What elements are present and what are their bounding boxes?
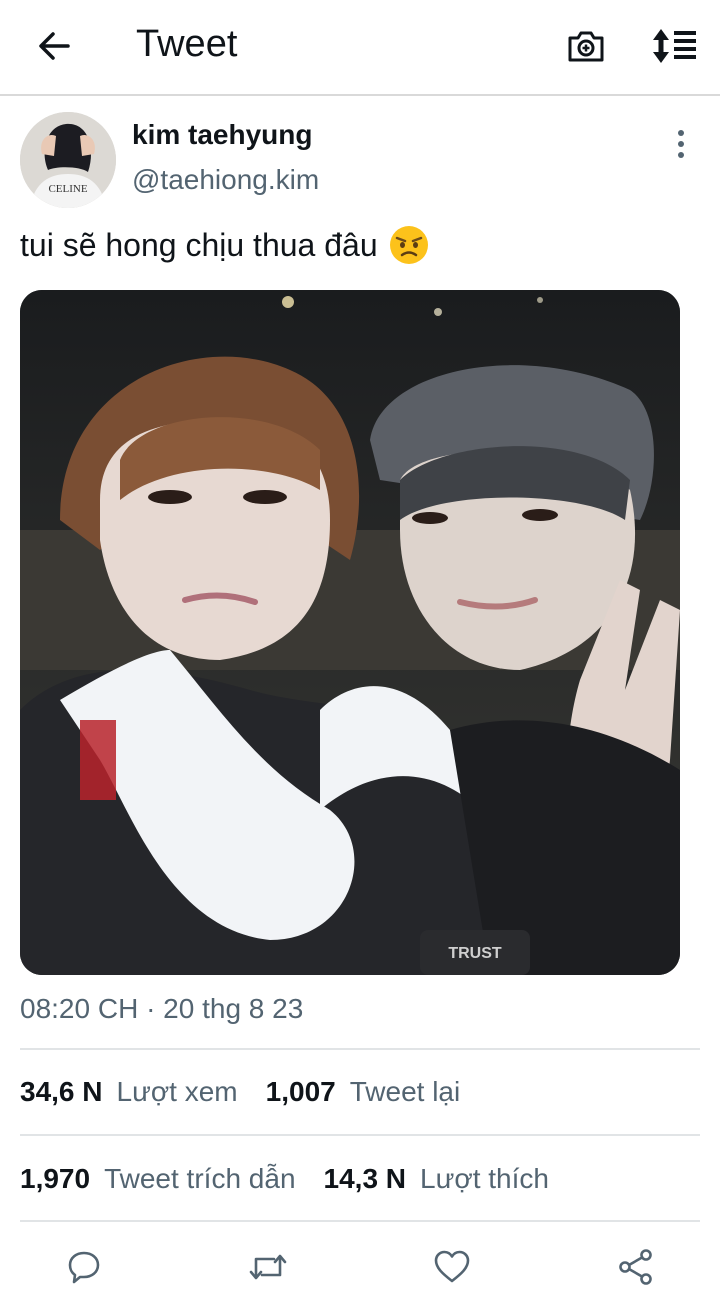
camera-button[interactable] [562,22,610,70]
like-button[interactable] [427,1242,477,1292]
stats-row-1: 34,6 N Lượt xem 1,007 Tweet lại [20,1072,488,1112]
page-title: Tweet [136,23,238,65]
share-button[interactable] [611,1242,661,1292]
back-button[interactable] [30,22,78,70]
divider [20,1048,700,1050]
tweet-text-content: tui sẽ hong chịu thua đâu [20,227,378,263]
divider [20,1220,700,1222]
avatar[interactable]: CELINE [20,112,116,208]
dot [678,152,684,158]
camera-icon [568,31,604,62]
jacket-patch-text: TRUST [448,945,502,962]
retweets-count[interactable]: 1,007 [266,1072,336,1112]
angry-face-emoji [389,226,428,264]
divider [20,1134,700,1136]
likes-label[interactable]: Lượt thích [420,1159,549,1199]
reply-button[interactable] [59,1242,109,1292]
photo-image: TRUST [20,290,680,975]
author-handle[interactable]: @taehiong.kim [132,162,319,198]
heart-icon [434,1250,470,1283]
more-options-button[interactable] [664,124,698,164]
top-app-bar: Tweet [0,0,720,96]
author-name[interactable]: kim taehyung [132,118,312,152]
arrow-left-icon [39,32,70,60]
action-bar [0,1242,720,1292]
quotes-count[interactable]: 1,970 [20,1159,90,1199]
views-count: 34,6 N [20,1076,103,1107]
stats-row-2: 1,970 Tweet trích dẫn 14,3 N Lượt thích [20,1159,577,1199]
tweet-timestamp[interactable]: 08:20 CH · 20 thg 8 23 [20,990,303,1028]
retweets-label[interactable]: Tweet lại [350,1072,461,1112]
dot [678,141,684,147]
avatar-shirt-print: CELINE [48,183,87,195]
retweet-button[interactable] [243,1242,293,1292]
sort-button[interactable] [648,22,700,70]
tweet-text: tui sẽ hong chịu thua đâu [20,222,430,268]
quotes-label[interactable]: Tweet trích dẫn [104,1159,295,1199]
dot [678,130,684,136]
tweet-photo[interactable]: TRUST [20,290,680,975]
share-icon [619,1249,652,1285]
likes-count[interactable]: 14,3 N [324,1159,407,1199]
sort-icon [653,29,696,63]
avatar-image: CELINE [20,112,116,208]
views-label: Lượt xem [116,1076,238,1107]
reply-icon [68,1251,100,1284]
retweet-icon [249,1254,287,1280]
